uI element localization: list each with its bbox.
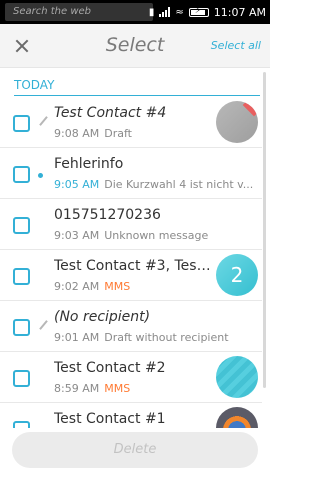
- avatar: [216, 356, 258, 398]
- footer: Delete: [0, 428, 270, 480]
- wifi-icon: ≈: [175, 6, 184, 18]
- message-list[interactable]: TODAY Test Contact #4 9:08 AM Draft Fehleri…: [0, 68, 270, 428]
- message-title: Test Contact #2: [54, 360, 166, 376]
- select-checkbox[interactable]: [13, 370, 30, 387]
- message-meta: 9:01 AM Draft without recipient: [54, 331, 258, 344]
- message-time: 9:08 AM: [54, 127, 100, 140]
- select-checkbox[interactable]: [13, 217, 30, 234]
- avatar: 2: [216, 254, 258, 296]
- pencil-icon: [39, 320, 48, 330]
- message-title: Test Contact #3, Test ...: [54, 258, 212, 274]
- message-preview: Unknown message: [104, 229, 209, 242]
- select-checkbox[interactable]: [13, 115, 30, 132]
- message-time: 9:01 AM: [54, 331, 100, 344]
- list-item[interactable]: Test Contact #2 8:59 AM MMS: [0, 353, 262, 403]
- header: Select Select all: [0, 24, 270, 68]
- avatar: [216, 101, 258, 143]
- draft-marker: [38, 116, 49, 126]
- list-item[interactable]: Fehlerinfo 9:05 AM Die Kurzwahl 4 ist nich…: [0, 149, 262, 199]
- mms-label: MMS: [104, 382, 131, 395]
- status-time: 11:07 AM: [213, 5, 266, 19]
- message-meta: 8:59 AM MMS: [54, 382, 212, 395]
- message-title: Test Contact #4: [54, 105, 167, 121]
- list-item[interactable]: 015751270236 9:03 AM Unknown message: [0, 200, 262, 250]
- pencil-icon: [39, 116, 48, 126]
- message-time: 9:03 AM: [54, 229, 100, 242]
- list-item[interactable]: Test Contact #4 9:08 AM Draft: [0, 98, 262, 148]
- select-checkbox[interactable]: [13, 421, 30, 428]
- signal-icon: [159, 7, 171, 17]
- message-preview: Draft: [104, 127, 132, 140]
- message-preview: Draft without recipient: [104, 331, 229, 344]
- select-checkbox[interactable]: [13, 166, 30, 183]
- list-item[interactable]: (No recipient) 9:01 AM Draft without recip…: [0, 302, 262, 352]
- search-input[interactable]: Search the web: [5, 3, 153, 21]
- draft-marker: [38, 320, 49, 330]
- status-bar: Search the web ▮ ≈ ⚡ 11:07 AM: [0, 0, 270, 24]
- select-checkbox[interactable]: [13, 319, 30, 336]
- status-icons: ▮ ≈ ⚡ 11:07 AM: [149, 0, 266, 24]
- scrollbar[interactable]: [263, 72, 266, 388]
- message-title: Fehlerinfo: [54, 156, 124, 172]
- mms-label: MMS: [104, 280, 131, 293]
- message-meta: 9:05 AM Die Kurzwahl 4 ist nicht v...: [54, 178, 258, 191]
- message-title: (No recipient): [54, 309, 151, 325]
- unread-marker: [38, 171, 43, 178]
- select-all-button[interactable]: Select all: [211, 39, 261, 52]
- message-meta: 9:08 AM Draft: [54, 127, 212, 140]
- delete-button[interactable]: Delete: [12, 432, 258, 468]
- section-header-today: TODAY: [14, 76, 260, 96]
- sim-icon: ▮: [148, 6, 155, 18]
- message-time: 9:02 AM: [54, 280, 100, 293]
- message-title: Test Contact #1: [54, 411, 166, 427]
- message-meta: 9:02 AM MMS: [54, 280, 212, 293]
- participant-count: 2: [230, 263, 244, 287]
- message-title: 015751270236: [54, 207, 161, 223]
- list-item[interactable]: Test Contact #3, Test ... 9:02 AM MMS 2: [0, 251, 262, 301]
- select-checkbox[interactable]: [13, 268, 30, 285]
- message-preview: Die Kurzwahl 4 ist nicht v...: [104, 178, 254, 191]
- list-item[interactable]: Test Contact #1: [0, 404, 262, 428]
- message-time: 9:05 AM: [54, 178, 100, 191]
- avatar: [216, 407, 258, 428]
- unread-dot: [38, 173, 43, 178]
- message-meta: 9:03 AM Unknown message: [54, 229, 258, 242]
- battery-icon: ⚡: [188, 6, 209, 17]
- message-time: 8:59 AM: [54, 382, 100, 395]
